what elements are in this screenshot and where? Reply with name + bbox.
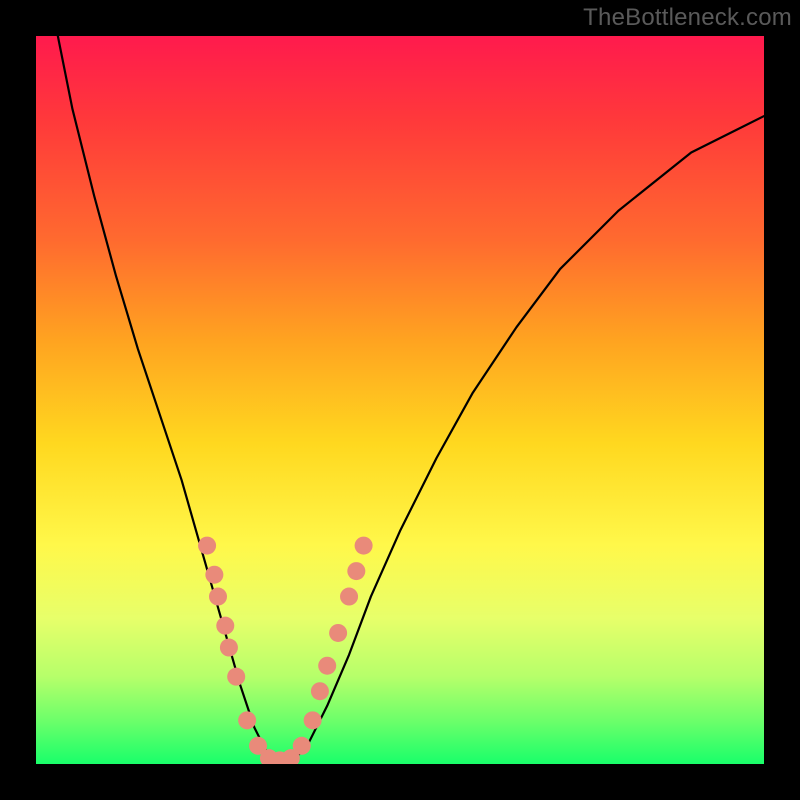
data-marker (318, 657, 336, 675)
watermark-text: TheBottleneck.com (583, 4, 792, 32)
chart-svg (36, 36, 764, 764)
data-marker (227, 668, 245, 686)
data-marker (347, 562, 365, 580)
data-marker (329, 624, 347, 642)
data-marker (311, 682, 329, 700)
bottleneck-curve (58, 36, 764, 760)
data-marker (220, 639, 238, 657)
data-marker (216, 617, 234, 635)
data-marker (293, 737, 311, 755)
data-marker (198, 537, 216, 555)
data-marker (304, 711, 322, 729)
data-marker (205, 566, 223, 584)
chart-frame: TheBottleneck.com (0, 0, 800, 800)
data-marker (355, 537, 373, 555)
data-marker (340, 588, 358, 606)
data-marker (209, 588, 227, 606)
plot-area (36, 36, 764, 764)
data-marker (238, 711, 256, 729)
